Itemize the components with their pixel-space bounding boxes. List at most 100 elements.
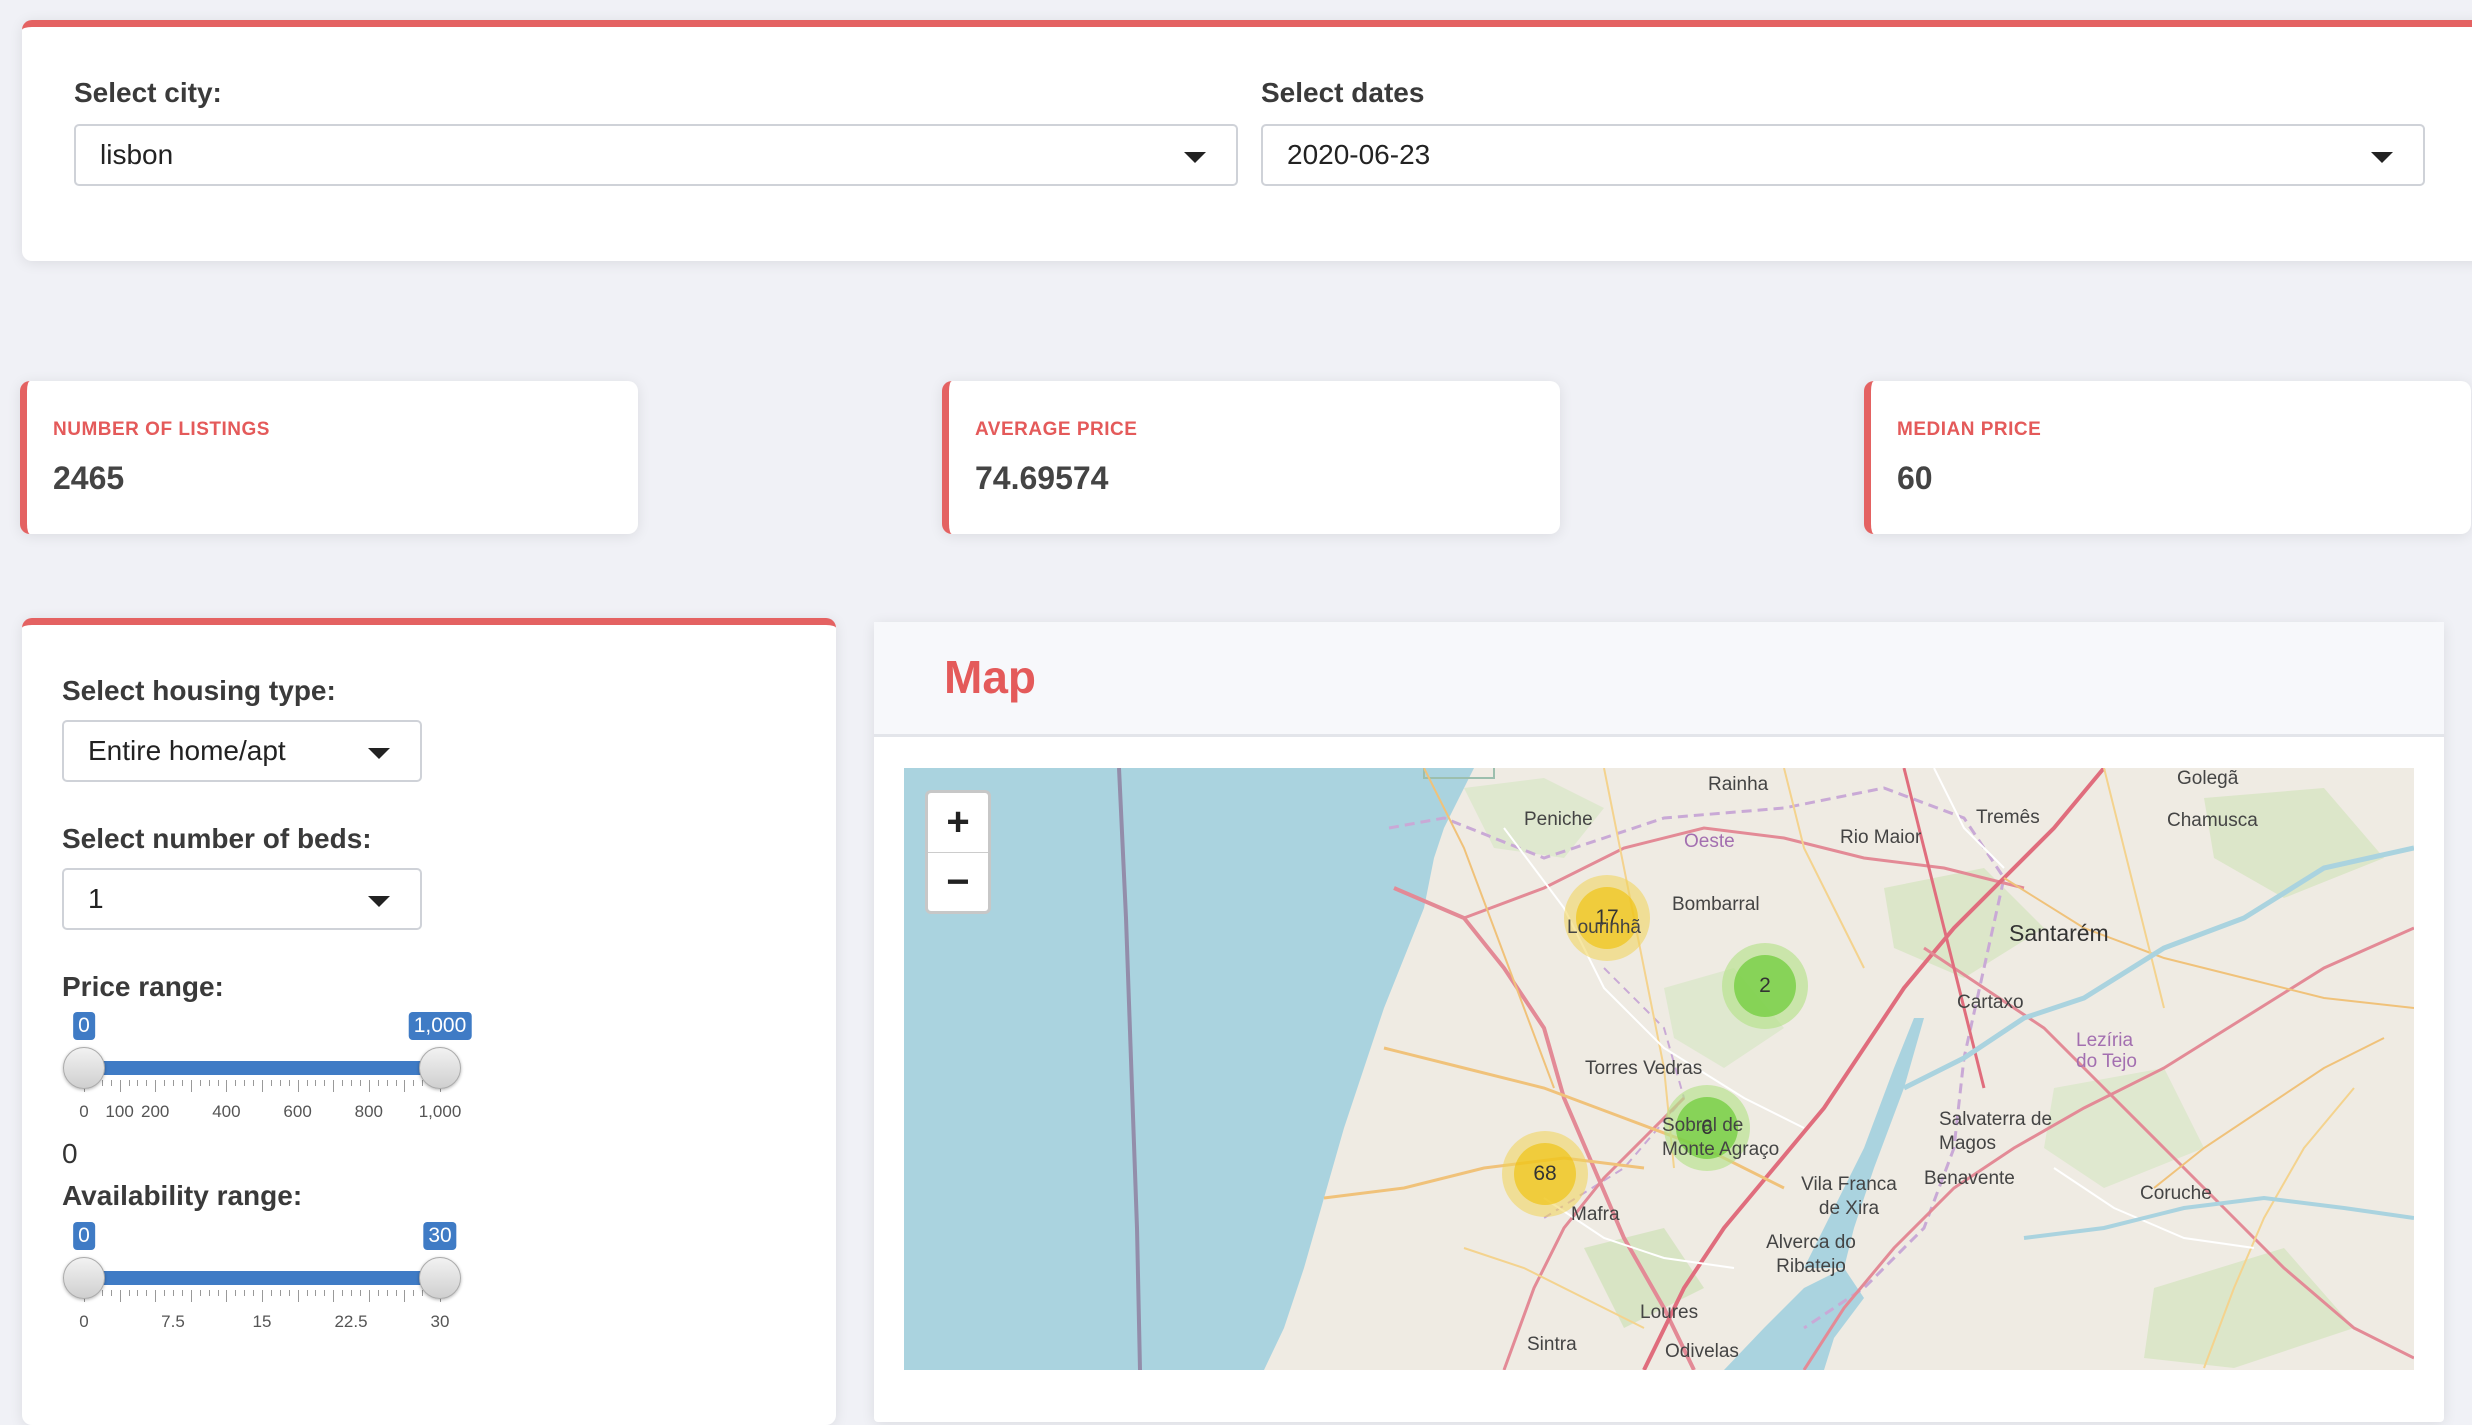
slider-tick-label: 1,000 [418,1102,462,1121]
slider-tick-mark [181,1080,183,1086]
zoom-in-button[interactable]: + [928,793,988,853]
slider-tick-mark [359,1080,361,1086]
slider-tick-mark [297,1290,299,1302]
slider-tick-mark [333,1080,335,1092]
price-range-slider[interactable]: 0 1,000 0 100 200 400 600 800 1,000 [62,1012,472,1122]
city-select[interactable]: lisbon [74,124,1238,186]
stat-value: 2465 [53,460,125,496]
cluster-count: 68 [1514,1143,1576,1205]
place-label: Alverca do Ribatejo [1766,1232,1856,1277]
housing-type-label: Select housing type: [62,675,336,706]
slider-tick-mark [404,1080,406,1092]
slider-tick-mark [119,1080,121,1092]
place-label: Lourinhã [1567,917,1641,938]
place-label: Benavente [1924,1168,2015,1189]
slider-tick-mark [413,1290,415,1296]
slider-tick-mark [386,1080,388,1086]
slider-tick-mark [262,1080,263,1092]
slider-to-badge: 1,000 [408,1012,472,1040]
stat-card-listings: NUMBER OF LISTINGS 2465 [20,381,638,534]
stat-value: 74.69574 [975,460,1109,496]
map-zoom-control: + − [925,790,991,914]
slider-tick-mark [253,1290,255,1296]
slider-tick-mark [253,1080,255,1086]
stat-title: MEDIAN PRICE [1897,419,2042,440]
stat-title: NUMBER OF LISTINGS [53,419,270,440]
slider-tick-mark [226,1080,228,1092]
slider-tick-mark [217,1290,219,1296]
slider-tick-mark [110,1080,112,1086]
slider-tick-mark [199,1290,201,1296]
place-label: Vila Franca de Xira [1801,1174,1897,1219]
slider-tick-mark [181,1290,183,1296]
place-label: Oeste [1684,831,1735,852]
cluster-count: 2 [1734,955,1796,1017]
place-label: Cartaxo [1957,992,2024,1013]
slider-tick-mark [279,1080,281,1086]
slider-tick-mark [306,1080,308,1086]
place-label: Chamusca [2167,810,2258,831]
slider-from-badge: 0 [73,1012,95,1040]
slider-tick-label: 0 [79,1312,89,1331]
chevron-down-icon [2371,152,2393,163]
map[interactable]: 17 2 6 68 Rainha Golegã Peniche Tremês C… [904,768,2414,1370]
place-label: Sobral de Monte Agraço [1662,1115,1780,1160]
dates-label: Select dates [1261,77,1425,108]
slider-tick-mark [270,1290,272,1296]
zoom-out-button[interactable]: − [928,853,988,912]
slider-tick-mark [119,1290,121,1302]
slider-tick-mark [377,1080,379,1086]
dates-select-value: 2020-06-23 [1287,139,1431,170]
slider-fill [84,1061,440,1075]
slider-tick-mark [164,1290,166,1296]
slider-ticks [84,1290,441,1304]
slider-tick-mark [146,1080,148,1086]
slider-tick-mark [262,1290,263,1302]
slider-tick-mark [235,1080,237,1086]
slider-tick-mark [173,1290,174,1296]
place-label: Salvaterra de Magos [1939,1109,2053,1154]
slider-tick-mark [217,1080,219,1086]
slider-from-handle[interactable] [63,1047,105,1089]
slider-tick-mark [333,1290,335,1302]
place-label: Odivelas [1665,1341,1739,1362]
housing-type-value: Entire home/apt [88,735,286,766]
beds-label: Select number of beds: [62,823,372,854]
slider-tick-mark [413,1080,415,1086]
map-panel-title: Map [944,651,1036,703]
chevron-down-icon [368,748,390,759]
slider-to-handle[interactable] [419,1047,461,1089]
housing-type-select[interactable]: Entire home/apt [62,720,422,782]
slider-from-handle[interactable] [63,1257,105,1299]
slider-fill [84,1271,440,1285]
slider-tick-mark [395,1080,397,1086]
place-label: Mafra [1571,1204,1620,1225]
slider-tick-mark [270,1080,272,1086]
slider-tick-mark [101,1080,103,1086]
availability-range-slider[interactable]: 0 30 0 7.5 15 22.5 30 [62,1222,462,1332]
slider-tick-mark [288,1290,290,1296]
slider-tick-mark [208,1290,210,1296]
slider-tick-mark [386,1290,388,1296]
slider-tick-label: 30 [430,1312,450,1331]
slider-tick-mark [235,1290,237,1296]
slider-tick-mark [244,1080,246,1086]
slider-ticks [84,1080,441,1094]
slider-tick-mark [368,1080,370,1092]
beds-select[interactable]: 1 [62,868,422,930]
cluster-marker[interactable]: 2 [1722,943,1808,1029]
place-label: Santarém [2009,920,2109,946]
slider-tick-mark [128,1080,130,1086]
slider-tick-label: 22.5 [334,1312,368,1331]
slider-to-handle[interactable] [419,1257,461,1299]
place-label: Golegã [2177,768,2239,789]
slider-tick-mark [377,1290,379,1296]
price-output: 0 [62,1138,78,1169]
dates-select[interactable]: 2020-06-23 [1261,124,2425,186]
slider-tick-mark [137,1290,139,1296]
stat-card-average-price: AVERAGE PRICE 74.69574 [942,381,1560,534]
place-label: Rio Maior [1840,827,1922,848]
place-label: Tremês [1976,807,2040,828]
slider-tick-mark [342,1290,344,1296]
slider-tick-mark [146,1290,148,1296]
